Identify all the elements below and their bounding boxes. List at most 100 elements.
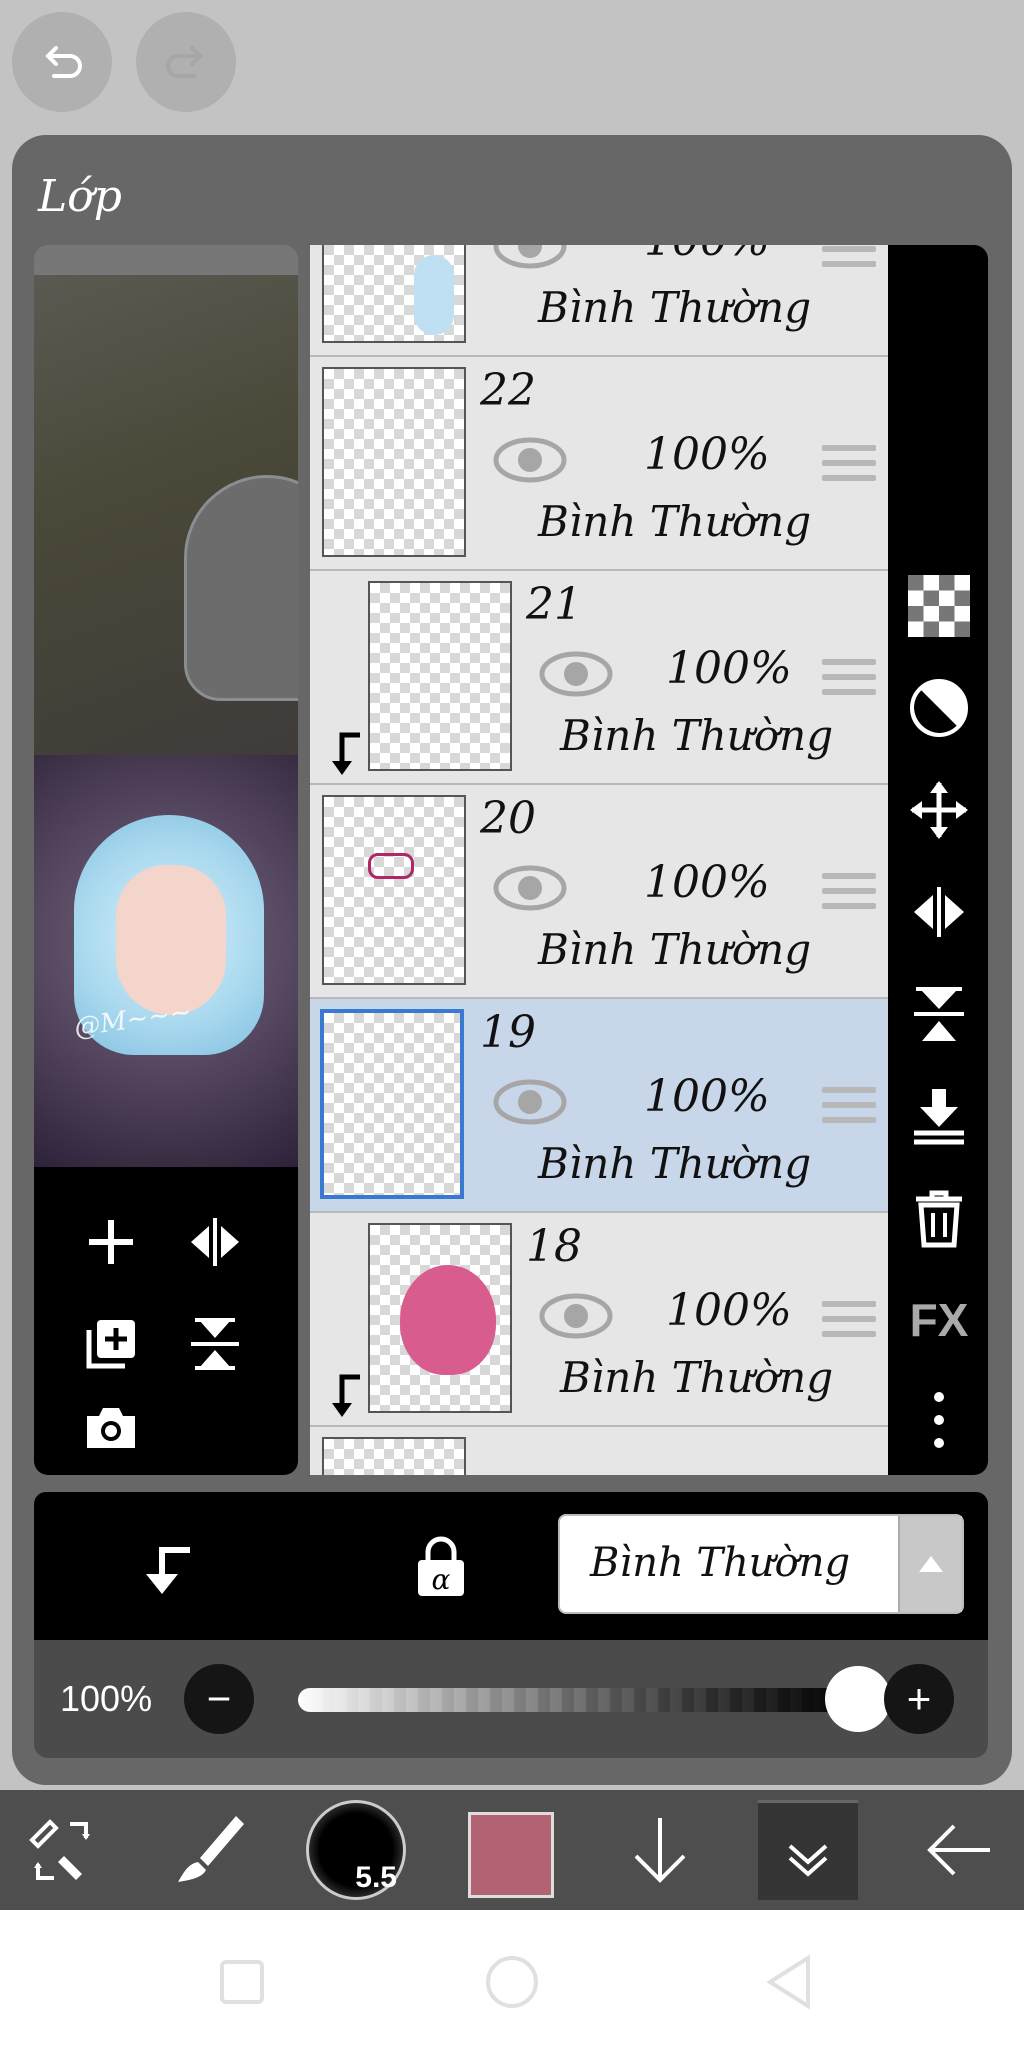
more-options-button[interactable]	[908, 1389, 970, 1451]
half-circle-icon	[910, 679, 968, 737]
visibility-eye-icon[interactable]	[492, 435, 568, 485]
layer-row[interactable]: 100% Bình Thường	[310, 245, 888, 357]
layer-opacity: 100%	[644, 245, 770, 266]
plus-icon	[89, 1220, 133, 1264]
layer-blend-mode: Bình Thường	[538, 283, 812, 332]
redo-icon	[166, 46, 203, 78]
undo-button[interactable]	[12, 12, 112, 112]
drag-handle[interactable]	[822, 873, 876, 917]
arrow-down-icon	[634, 1818, 686, 1883]
layer-blend-mode: Bình Thường	[538, 925, 812, 974]
duplicate-layer-button[interactable]	[76, 1309, 146, 1379]
layer-opacity: 100%	[644, 1071, 770, 1122]
pen-eraser-swap-icon	[29, 1819, 90, 1880]
add-layer-button[interactable]	[76, 1207, 146, 1277]
layer-thumbnail	[322, 245, 466, 343]
opacity-increase-button[interactable]: +	[884, 1664, 954, 1734]
visibility-eye-icon[interactable]	[538, 649, 614, 699]
layer-row-selected[interactable]: 19 100% Bình Thường	[310, 999, 888, 1213]
flip-vertical-button[interactable]	[180, 1309, 250, 1379]
visibility-eye-icon[interactable]	[492, 245, 568, 271]
visibility-eye-icon[interactable]	[492, 863, 568, 913]
layer-row[interactable]: 18 100% Bình Thường	[310, 1213, 888, 1427]
clipping-arrow-icon	[332, 732, 360, 775]
layer-opacity: 100%	[666, 643, 792, 694]
brush-tool-button[interactable]	[160, 1800, 260, 1900]
home-icon[interactable]	[482, 1952, 542, 2012]
layer-thumbnail	[368, 581, 512, 771]
blend-mode-select[interactable]: Bình Thường	[558, 1514, 964, 1614]
color-mask-button[interactable]	[908, 677, 970, 739]
layer-opacity: 100%	[644, 429, 770, 480]
opacity-slider[interactable]	[298, 1688, 858, 1712]
checkerboard-icon	[908, 575, 970, 637]
svg-text:α: α	[432, 1563, 451, 1596]
visibility-eye-icon[interactable]	[538, 1291, 614, 1341]
flip-horizontal-icon	[191, 1218, 239, 1266]
clipping-arrow-icon	[332, 1374, 360, 1417]
layer-tools	[34, 1167, 298, 1475]
layer-row[interactable]: 20 100% Bình Thường	[310, 785, 888, 999]
layer-down-button[interactable]	[610, 1800, 710, 1900]
system-nav-bar	[0, 1910, 1024, 2048]
layers-panel-button[interactable]	[758, 1800, 858, 1900]
brush-size-indicator[interactable]: 5.5	[306, 1800, 406, 1900]
alpha-lock-icon: α	[418, 1536, 464, 1596]
layer-blend-mode: Bình Thường	[560, 711, 834, 760]
clipping-button[interactable]	[130, 1532, 200, 1602]
flip-layer-horizontal-button[interactable]	[908, 881, 970, 943]
layer-thumbnail	[322, 1437, 466, 1475]
fx-button[interactable]: FX	[908, 1289, 970, 1351]
delete-layer-button[interactable]	[908, 1187, 970, 1249]
alpha-lock-button[interactable]: α	[406, 1532, 476, 1602]
brush-icon	[178, 1816, 244, 1882]
layer-thumbnail	[320, 1009, 464, 1199]
recent-apps-icon[interactable]	[212, 1952, 272, 2012]
back-button[interactable]	[910, 1800, 1010, 1900]
layer-number: 21	[526, 579, 582, 630]
dropdown-arrow-icon[interactable]	[898, 1516, 962, 1612]
layer-opacity: 100%	[644, 857, 770, 908]
drag-handle[interactable]	[822, 659, 876, 703]
more-vertical-icon	[934, 1392, 944, 1448]
flip-horizontal-button[interactable]	[180, 1207, 250, 1277]
camera-button[interactable]	[76, 1393, 146, 1463]
layer-row[interactable]: 22 100% Bình Thường	[310, 357, 888, 571]
transparency-button[interactable]	[908, 575, 970, 637]
drag-handle[interactable]	[822, 445, 876, 489]
panel-title: Lớp	[38, 171, 122, 222]
move-button[interactable]	[908, 779, 970, 841]
preview-artwork	[34, 275, 298, 795]
layer-blend-mode: Bình Thường	[538, 1139, 812, 1188]
blend-mode-value: Bình Thường	[590, 1540, 851, 1586]
camera-icon	[87, 1408, 135, 1448]
layer-list[interactable]: 100% Bình Thường 22 100% Bình Thường 21 …	[310, 245, 888, 1475]
layer-opacity: 100%	[666, 1285, 792, 1336]
layer-action-bar: FX	[888, 245, 988, 1475]
tool-switch-button[interactable]	[12, 1800, 112, 1900]
drag-handle[interactable]	[822, 245, 876, 275]
preview-thumbnail[interactable]: @M~~~	[34, 755, 298, 1167]
layer-blend-mode: Bình Thường	[538, 497, 812, 546]
layer-row[interactable]: 21 100% Bình Thường	[310, 571, 888, 785]
layer-panel: Lớp @M~~~ Bình Thường 22 100% Bình Thườn…	[12, 135, 1012, 1785]
merge-down-button[interactable]	[908, 1085, 970, 1147]
canvas-preview: @M~~~	[34, 245, 298, 1475]
duplicate-icon	[86, 1320, 135, 1369]
redo-button[interactable]	[136, 12, 236, 112]
drag-handle[interactable]	[822, 1301, 876, 1345]
color-swatch[interactable]	[468, 1812, 554, 1898]
opacity-slider-thumb[interactable]	[825, 1666, 891, 1732]
drag-handle[interactable]	[822, 1087, 876, 1131]
move-icon	[910, 781, 968, 839]
flip-layer-vertical-button[interactable]	[908, 983, 970, 1045]
layer-row[interactable]	[310, 1427, 888, 1475]
back-nav-icon[interactable]	[760, 1952, 820, 2012]
arrow-left-icon	[927, 1824, 990, 1876]
opacity-decrease-button[interactable]: −	[184, 1664, 254, 1734]
layer-thumbnail	[368, 1223, 512, 1413]
brush-size-value: 5.5	[355, 1861, 397, 1894]
opacity-row: 100% − +	[34, 1640, 988, 1758]
chevron-double-down-icon	[788, 1844, 828, 1877]
visibility-eye-icon[interactable]	[492, 1077, 568, 1127]
